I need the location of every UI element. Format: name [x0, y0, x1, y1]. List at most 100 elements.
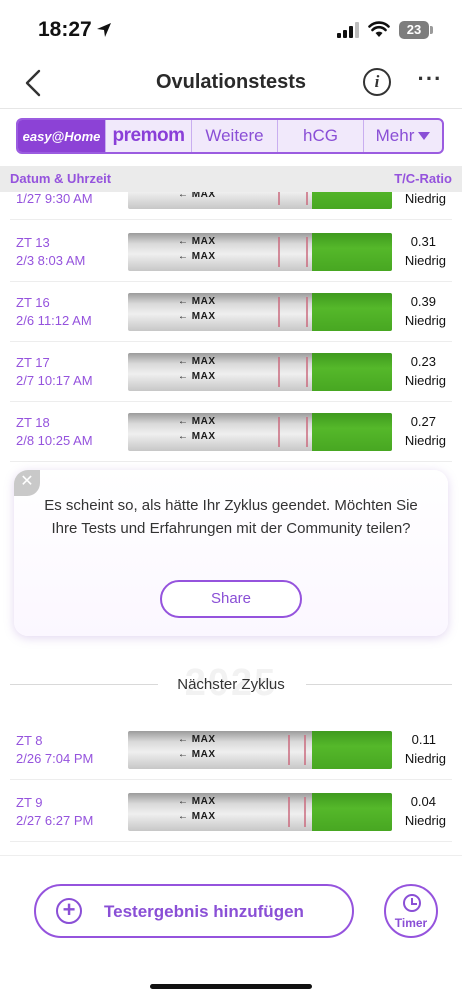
tc-ratio-value: 0.39: [410, 294, 436, 309]
strip-green-end: [312, 793, 392, 831]
tab-mehr[interactable]: Mehr: [363, 120, 442, 152]
row-divider: [10, 841, 452, 842]
test-row[interactable]: ZT 18 2/8 10:25 AM ← MAX ← MAX 0.27 Niedrig: [0, 402, 462, 462]
battery-icon: 23: [399, 21, 429, 39]
cycle-day: ZT 16: [16, 295, 50, 310]
strip-green-end: [312, 413, 392, 451]
strip-green-end: [312, 731, 392, 769]
strip-line: [278, 192, 280, 205]
column-header: Datum & Uhrzeit T/C-Ratio: [0, 166, 462, 192]
strip-max-label: ← MAX: [178, 356, 216, 367]
tab-premom[interactable]: premom: [105, 120, 191, 152]
test-row[interactable]: 1/27 9:30 AM ← MAX← MAX Niedrig: [0, 192, 462, 220]
strip-max-label: ← MAX: [178, 311, 216, 322]
strip-max-label: ← MAX: [178, 796, 216, 807]
strip-line: [306, 417, 308, 447]
add-test-result-label: Testergebnis hinzufügen: [104, 902, 304, 921]
strip-line: [306, 297, 308, 327]
caret-down-icon: [418, 132, 431, 140]
add-test-result-button[interactable]: + Testergebnis hinzufügen: [34, 884, 354, 938]
close-icon[interactable]: ✕: [14, 470, 40, 496]
lh-level: Niedrig: [404, 373, 446, 388]
lh-level: Niedrig: [404, 813, 446, 828]
test-strip-image: ← MAX← MAX: [128, 731, 392, 769]
column-ratio-label: T/C-Ratio: [394, 171, 452, 186]
strip-max-label: ← MAX: [178, 192, 216, 200]
strip-max-label: ← MAX: [178, 296, 216, 307]
popup-message: Es scheint so, als hätte Ihr Zyklus geen…: [44, 497, 418, 537]
wifi-icon: [368, 21, 390, 37]
strip-line: [306, 357, 308, 387]
strip-green-end: [312, 192, 392, 209]
lh-level: Niedrig: [404, 253, 446, 268]
tc-ratio-value: 0.23: [410, 354, 436, 369]
timer-button[interactable]: Timer: [384, 884, 438, 938]
test-strip-image: ← MAX ← MAX: [128, 793, 392, 831]
strip-line: [304, 735, 306, 765]
test-list-cycle-2: ZT 8 2/26 7:04 PM ← MAX ← MAX 0.11 Niedrig ZT …: [0, 712, 462, 842]
tab-weitere[interactable]: Weitere: [191, 120, 277, 152]
test-row[interactable]: ZT 13 2/3 8:03 AM ← MAX ← MAX 0.31 Niedrig: [0, 222, 462, 282]
tc-ratio-value: 0.27: [410, 414, 436, 429]
test-strip-image: ← MAX ← MAX: [128, 293, 392, 331]
battery-tip: [430, 26, 433, 34]
strip-green-end: [312, 353, 392, 391]
tab-hcg[interactable]: hCG: [277, 120, 363, 152]
share-popup: ✕ Es scheint so, als hätte Ihr Zyklus ge…: [14, 470, 448, 636]
strip-line: [306, 192, 308, 205]
strip-line: [288, 797, 290, 827]
test-row[interactable]: ZT 17 2/7 10:17 AM ← MAX ← MAX 0.23 Niedrig: [0, 342, 462, 402]
clock-icon: [403, 894, 421, 912]
test-strip-image: ← MAX ← MAX: [128, 413, 392, 451]
tab-mehr-label: Mehr: [375, 126, 415, 145]
brand-tabs: easy@Home premom Weitere hCG Mehr: [16, 118, 444, 154]
test-row[interactable]: ZT 16 2/6 11:12 AM ← MAX ← MAX 0.39 Niedrig: [0, 282, 462, 342]
timer-label: Timer: [394, 916, 428, 930]
strip-line: [306, 237, 308, 267]
strip-max-label: ← MAX: [178, 251, 216, 262]
cycle-day: ZT 9: [16, 795, 43, 810]
cycle-day: ZT 18: [16, 415, 50, 430]
column-date-label: Datum & Uhrzeit: [10, 171, 112, 186]
more-options-icon[interactable]: ···: [415, 68, 445, 93]
cellular-signal-icon: [337, 22, 359, 38]
strip-green-end: [312, 293, 392, 331]
bottom-divider: [0, 855, 462, 856]
share-button[interactable]: Share: [160, 580, 302, 618]
test-row[interactable]: ZT 9 2/27 6:27 PM ← MAX ← MAX 0.04 Niedrig: [0, 782, 462, 842]
test-datetime: 2/26 7:04 PM: [16, 751, 94, 766]
strip-max-label: ← MAX: [178, 416, 216, 427]
next-cycle-label: Nächster Zyklus: [177, 676, 285, 693]
strip-max-label: ← MAX: [178, 236, 216, 247]
page-title: Ovulationstests: [155, 71, 307, 93]
tc-ratio-value: 0.11: [411, 732, 436, 747]
test-list-cycle-1: 1/27 9:30 AM← MAX← MAXNiedrigZT 132/3 8:…: [0, 192, 462, 462]
test-strip-image: ← MAX ← MAX: [128, 233, 392, 271]
test-datetime: 2/8 10:25 AM: [16, 433, 93, 448]
tc-ratio-value: 0.04: [410, 794, 436, 809]
test-datetime: 1/27 9:30 AM: [16, 192, 93, 206]
cycle-day: ZT 8: [16, 733, 43, 748]
status-bar: 18:27 23: [0, 0, 462, 60]
lh-level: Niedrig: [404, 751, 446, 766]
tab-easy-at-home[interactable]: easy@Home: [18, 120, 105, 152]
test-strip-image: ← MAX← MAX: [128, 192, 392, 209]
cycle-day: ZT 17: [16, 355, 50, 370]
strip-max-label: ← MAX: [178, 811, 216, 822]
strip-line: [278, 297, 280, 327]
test-datetime: 2/27 6:27 PM: [16, 813, 94, 828]
info-icon[interactable]: i: [363, 68, 391, 96]
location-arrow-icon: [97, 23, 111, 37]
strip-line: [278, 237, 280, 267]
status-time: 18:27: [38, 18, 92, 41]
test-datetime: 2/6 11:12 AM: [16, 313, 92, 328]
lh-level: Niedrig: [404, 192, 446, 206]
strip-max-label: ← MAX: [178, 431, 216, 442]
row-divider: [10, 779, 452, 780]
row-divider: [10, 219, 452, 220]
strip-line: [304, 797, 306, 827]
lh-level: Niedrig: [404, 433, 446, 448]
test-row[interactable]: ZT 8 2/26 7:04 PM ← MAX ← MAX 0.11 Niedrig: [0, 720, 462, 780]
strip-line: [288, 735, 290, 765]
strip-green-end: [312, 233, 392, 271]
